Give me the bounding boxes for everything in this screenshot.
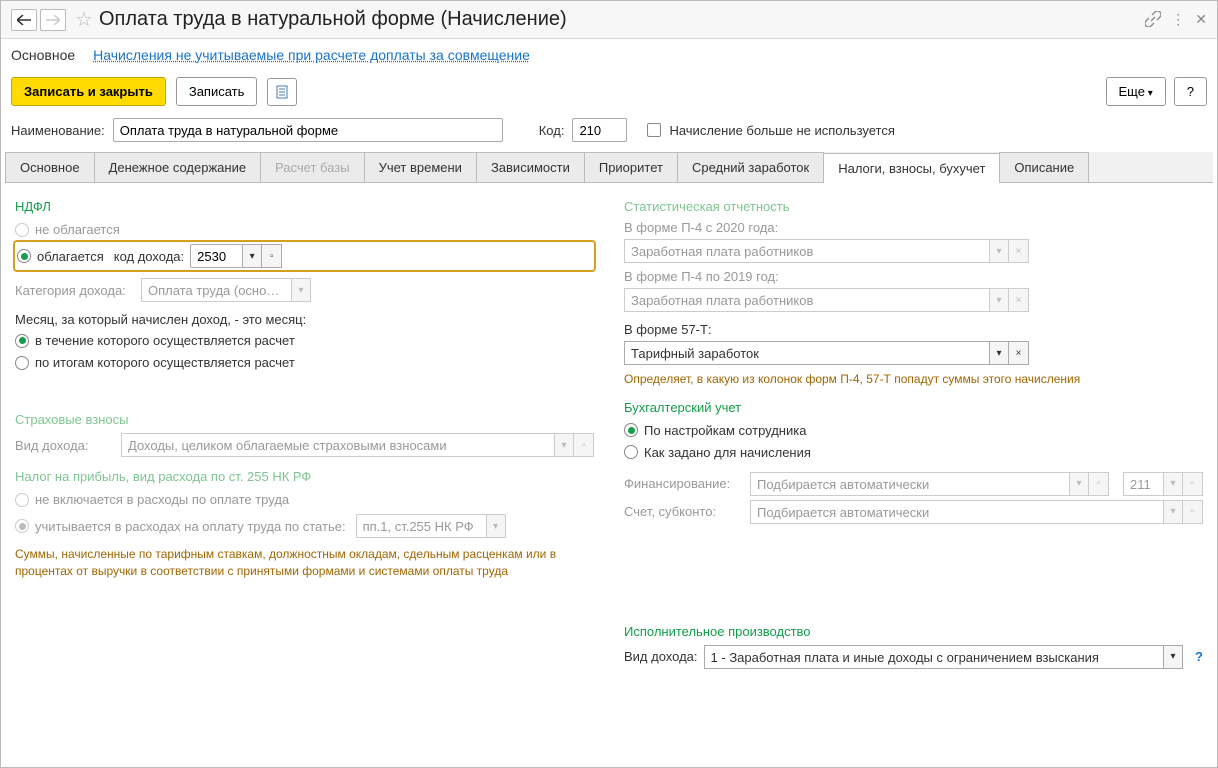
- stat-p4-2019-dropdown-icon: ▾: [989, 288, 1009, 312]
- exec-type-label: Вид дохода:: [624, 649, 698, 664]
- code-label: Код:: [539, 123, 565, 138]
- disabled-checkbox[interactable]: [647, 123, 661, 137]
- financing-code-open-icon: ▫: [1183, 472, 1203, 496]
- stat-p4-2019-input: Заработная плата работников: [624, 288, 989, 312]
- nav-back-button[interactable]: [11, 9, 37, 31]
- ndfl-not-taxed-radio: [15, 223, 29, 237]
- accounting-section-title: Бухгалтерский учет: [624, 400, 1203, 415]
- ndfl-category-input: Оплата труда (основная н: [141, 278, 291, 302]
- tab-time[interactable]: Учет времени: [364, 152, 477, 182]
- stat-p4-2020-label: В форме П-4 с 2020 года:: [624, 220, 1203, 235]
- account-label: Счет, субконто:: [624, 504, 744, 519]
- exec-help-icon[interactable]: ?: [1195, 649, 1203, 664]
- account-input: Подбирается автоматически: [750, 500, 1163, 524]
- ndfl-code-open-icon[interactable]: ▫: [262, 244, 282, 268]
- save-and-close-button[interactable]: Записать и закрыть: [11, 77, 166, 106]
- profit-opt1-radio: [15, 493, 29, 507]
- profit-tax-section-title: Налог на прибыль, вид расхода по ст. 255…: [15, 469, 594, 484]
- account-open-icon: ▫: [1183, 500, 1203, 524]
- stat-note: Определяет, в какую из колонок форм П-4,…: [624, 371, 1203, 388]
- profit-article-input: пп.1, ст.255 НК РФ: [356, 514, 486, 538]
- nav-secondary-link[interactable]: Начисления не учитываемые при расчете до…: [93, 47, 530, 63]
- disabled-label: Начисление больше не используется: [669, 123, 894, 138]
- insurance-type-label: Вид дохода:: [15, 438, 115, 453]
- stat-p4-2019-clear-icon: ×: [1009, 288, 1029, 312]
- financing-code-input: 211: [1123, 472, 1163, 496]
- tab-description[interactable]: Описание: [999, 152, 1089, 182]
- more-menu-icon[interactable]: ⋮: [1171, 11, 1185, 28]
- ndfl-section-title: НДФЛ: [15, 199, 594, 214]
- close-icon[interactable]: ✕: [1195, 11, 1207, 28]
- ndfl-category-dropdown-icon: ▾: [291, 278, 311, 302]
- ndfl-not-taxed-label: не облагается: [35, 222, 120, 237]
- accounting-opt2-label: Как задано для начисления: [644, 445, 811, 460]
- window-title: Оплата труда в натуральной форме (Начисл…: [99, 8, 567, 31]
- stat-57t-clear-icon[interactable]: ×: [1009, 341, 1029, 365]
- stat-57t-label: В форме 57-Т:: [624, 322, 1203, 337]
- name-label: Наименование:: [11, 123, 105, 138]
- account-dropdown-icon: ▾: [1163, 500, 1183, 524]
- tab-deps[interactable]: Зависимости: [476, 152, 585, 182]
- stat-p4-2020-dropdown-icon: ▾: [989, 239, 1009, 263]
- tab-taxes[interactable]: Налоги, взносы, бухучет: [823, 153, 1000, 183]
- list-view-icon[interactable]: [267, 78, 297, 106]
- tab-main[interactable]: Основное: [5, 152, 95, 182]
- stat-57t-dropdown-icon[interactable]: ▾: [989, 341, 1009, 365]
- name-input[interactable]: [113, 118, 503, 142]
- stat-p4-2020-input: Заработная плата работников: [624, 239, 989, 263]
- accounting-opt1-radio[interactable]: [624, 423, 638, 437]
- favorite-star-icon[interactable]: ☆: [75, 7, 93, 32]
- ndfl-month-opt2-label: по итогам которого осуществляется расчет: [35, 355, 295, 370]
- insurance-type-dropdown-icon: ▾: [554, 433, 574, 457]
- profit-note: Суммы, начисленные по тарифным ставкам, …: [15, 546, 594, 580]
- financing-code-dropdown-icon: ▾: [1163, 472, 1183, 496]
- tab-money[interactable]: Денежное содержание: [94, 152, 261, 182]
- insurance-section-title: Страховые взносы: [15, 412, 594, 427]
- ndfl-taxed-label: облагается: [37, 249, 104, 264]
- insurance-type-open-icon: ▫: [574, 433, 594, 457]
- ndfl-taxed-row[interactable]: облагается код дохода: ▾ ▫: [15, 242, 594, 270]
- accounting-opt1-label: По настройкам сотрудника: [644, 423, 806, 438]
- code-input[interactable]: [572, 118, 627, 142]
- stat-57t-input[interactable]: Тарифный заработок: [624, 341, 989, 365]
- stat-section-title: Статистическая отчетность: [624, 199, 1203, 214]
- tab-avg-earn[interactable]: Средний заработок: [677, 152, 824, 182]
- exec-type-dropdown-icon[interactable]: ▾: [1163, 645, 1183, 669]
- ndfl-month-label: Месяц, за который начислен доход, - это …: [15, 312, 594, 327]
- exec-section-title: Исполнительное производство: [624, 624, 1203, 639]
- financing-label: Финансирование:: [624, 476, 744, 491]
- link-icon[interactable]: [1145, 11, 1161, 28]
- tab-bar: Основное Денежное содержание Расчет базы…: [5, 152, 1213, 183]
- more-button[interactable]: Еще: [1106, 77, 1166, 106]
- financing-open-icon: ▫: [1089, 472, 1109, 496]
- save-button[interactable]: Записать: [176, 77, 258, 106]
- insurance-type-input: Доходы, целиком облагаемые страховыми вз…: [121, 433, 554, 457]
- ndfl-taxed-radio[interactable]: [17, 249, 31, 263]
- profit-article-dropdown-icon: ▾: [486, 514, 506, 538]
- nav-forward-button[interactable]: [40, 9, 66, 31]
- help-button[interactable]: ?: [1174, 77, 1207, 106]
- ndfl-month-opt1-radio[interactable]: [15, 334, 29, 348]
- profit-opt2-label: учитывается в расходах на оплату труда п…: [35, 519, 346, 534]
- ndfl-code-label: код дохода:: [114, 249, 184, 264]
- stat-p4-2020-clear-icon: ×: [1009, 239, 1029, 263]
- tab-calc-base[interactable]: Расчет базы: [260, 152, 365, 182]
- ndfl-category-label: Категория дохода:: [15, 283, 135, 298]
- exec-type-input[interactable]: 1 - Заработная плата и иные доходы с огр…: [704, 645, 1164, 669]
- profit-opt2-radio: [15, 519, 29, 533]
- ndfl-month-opt2-radio[interactable]: [15, 356, 29, 370]
- ndfl-month-opt1-label: в течение которого осуществляется расчет: [35, 333, 295, 348]
- accounting-opt2-radio[interactable]: [624, 445, 638, 459]
- financing-dropdown-icon: ▾: [1069, 472, 1089, 496]
- profit-opt1-label: не включается в расходы по оплате труда: [35, 492, 289, 507]
- ndfl-code-dropdown-icon[interactable]: ▾: [242, 244, 262, 268]
- ndfl-code-input[interactable]: [190, 244, 242, 268]
- nav-primary[interactable]: Основное: [11, 47, 75, 63]
- financing-input: Подбирается автоматически: [750, 472, 1069, 496]
- stat-p4-2019-label: В форме П-4 по 2019 год:: [624, 269, 1203, 284]
- tab-priority[interactable]: Приоритет: [584, 152, 678, 182]
